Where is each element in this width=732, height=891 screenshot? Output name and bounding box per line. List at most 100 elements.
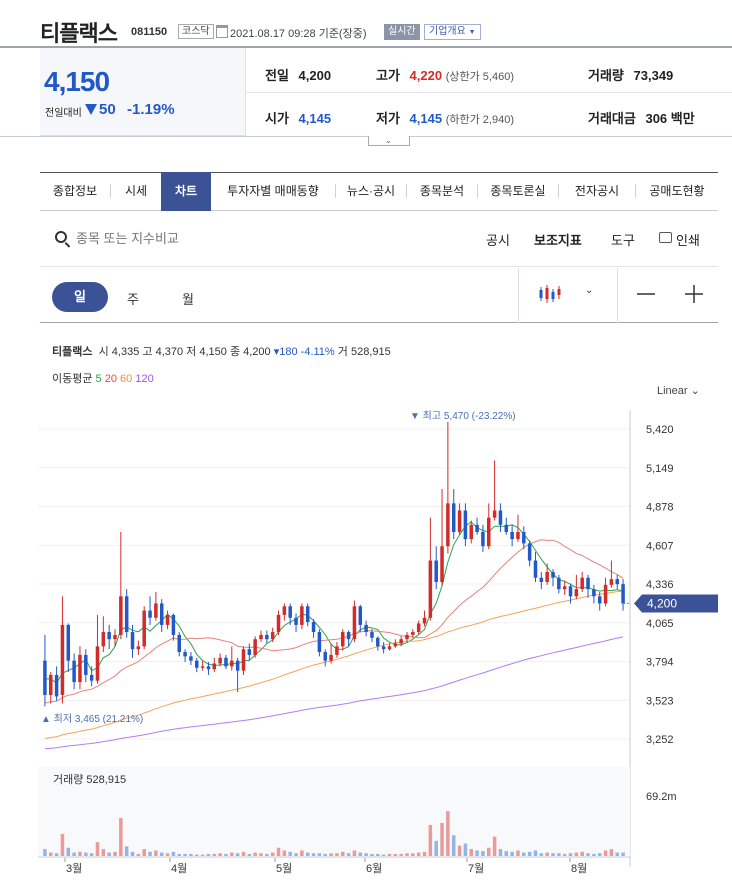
candle-body: [346, 632, 351, 640]
volume-bar: [399, 853, 403, 856]
price-chart[interactable]: 5,420 5,149 4,878 4,607 4,336 4,065 3,794 3,523…: [0, 395, 732, 891]
candle-body: [440, 546, 444, 582]
volume-bar: [498, 849, 503, 856]
volume-bar: [545, 852, 549, 856]
x-tick-label: 8월: [571, 862, 587, 875]
ohlc-legend: 티플랙스 시 4,335 고 4,370 저 4,150 종 4,200 ▾18…: [52, 343, 391, 359]
volume-bar: [562, 853, 567, 856]
volume-bar: [101, 849, 106, 856]
volume-bar: [136, 853, 141, 856]
tab-summary[interactable]: 종합정보: [40, 172, 110, 211]
low-value: 4,145: [409, 111, 443, 126]
volume-label: 거래량: [588, 68, 624, 83]
y-tick-label: 5,149: [646, 463, 674, 475]
legend-change: ▾180 -4.11%: [273, 346, 335, 358]
candle-body: [206, 666, 211, 670]
legend-name: 티플랙스: [52, 346, 93, 358]
zoom-in-icon[interactable]: [682, 282, 706, 306]
volume-bar: [218, 853, 222, 856]
max-marker: ▼ 최고 5,470 (-23.22%): [410, 410, 516, 422]
period-week-button[interactable]: 주: [127, 289, 139, 308]
period-day-button[interactable]: 일: [52, 282, 108, 312]
volume-bar: [189, 853, 193, 856]
candle-body: [66, 624, 71, 661]
volume-bar: [78, 851, 82, 856]
volume-bar: [586, 853, 590, 856]
candle-body: [580, 577, 584, 590]
volume-bar: [451, 835, 456, 856]
tab-disclosure[interactable]: 전자공시: [559, 172, 635, 211]
tools-button[interactable]: 도구: [611, 230, 635, 249]
candle-body: [358, 606, 363, 625]
volume-panel: [38, 767, 630, 856]
tab-short-selling[interactable]: 공매도현황: [636, 172, 718, 211]
candle-body: [230, 660, 234, 667]
volume-bar: [235, 853, 240, 856]
volume-bar: [124, 846, 129, 856]
upper-limit: (상한가 5,460): [445, 71, 514, 83]
volume-bar: [387, 853, 392, 856]
volume-bar: [341, 851, 345, 856]
volume-bar: [592, 853, 596, 856]
expand-button[interactable]: ⌄: [368, 136, 410, 146]
volume-bar: [183, 853, 187, 856]
volume-bar: [358, 852, 363, 856]
candle-body: [562, 586, 567, 590]
tab-price[interactable]: 시세: [111, 172, 161, 211]
compare-search-input[interactable]: [76, 228, 276, 248]
prev-compare-label: 전일대비: [45, 108, 82, 119]
zoom-out-icon[interactable]: [634, 282, 658, 306]
volume-bar: [323, 853, 327, 856]
company-overview-button[interactable]: 기업개요 ▼: [424, 24, 481, 40]
realtime-badge[interactable]: 실시간: [384, 24, 420, 40]
candle-body: [43, 660, 47, 695]
chart-type-selector[interactable]: [518, 268, 618, 323]
candle-body: [516, 531, 520, 540]
volume-bar: [230, 852, 234, 856]
volume-value: 73,349: [633, 68, 674, 83]
volume-bar: [463, 843, 468, 856]
candle-body: [78, 654, 82, 683]
candle-body: [136, 646, 141, 650]
info-divider: [246, 92, 732, 93]
tab-news[interactable]: 뉴스·공시: [336, 172, 406, 211]
candle-body: [154, 603, 158, 618]
period-month-button[interactable]: 월: [182, 289, 194, 308]
volume-bar: [84, 852, 88, 856]
search-icon[interactable]: [55, 231, 67, 243]
ma-120: 120: [135, 373, 154, 385]
print-icon[interactable]: [659, 232, 672, 243]
candle-body: [259, 634, 263, 640]
tab-chart[interactable]: 차트: [161, 172, 211, 211]
volume-bar: [516, 850, 520, 856]
high-price: 고가 4,220 (상한가 5,460): [376, 65, 514, 84]
candle-body: [101, 632, 106, 647]
volume-bar: [165, 853, 170, 856]
candle-body: [124, 596, 129, 633]
volume-bar: [177, 853, 181, 856]
candle-body: [504, 524, 509, 532]
indicators-button[interactable]: 보조지표: [534, 230, 582, 249]
candle-body: [381, 646, 386, 650]
candle-body: [165, 614, 170, 625]
tab-investor[interactable]: 투자자별 매매동향: [211, 172, 335, 211]
candle-body: [212, 663, 217, 670]
candle-body: [376, 637, 380, 647]
candle-body: [288, 606, 292, 618]
candle-body: [113, 634, 117, 640]
volume-bar: [54, 853, 59, 856]
volume-bar: [364, 853, 368, 856]
volume-bar: [603, 850, 608, 856]
volume-bar: [428, 824, 433, 856]
prev-close-label: 전일: [265, 68, 289, 83]
x-tick-label: 3월: [66, 862, 82, 875]
disclosure-button[interactable]: 공시: [486, 230, 510, 249]
tab-discussion[interactable]: 종목토론실: [478, 172, 558, 211]
candle-body: [142, 610, 146, 647]
print-button[interactable]: 인쇄: [676, 230, 700, 249]
chevron-down-icon: ⌄: [585, 285, 594, 296]
tab-analysis[interactable]: 종목분석: [407, 172, 477, 211]
volume-bar: [405, 853, 409, 856]
volume-bar: [154, 850, 158, 856]
volume-bar: [434, 840, 438, 856]
